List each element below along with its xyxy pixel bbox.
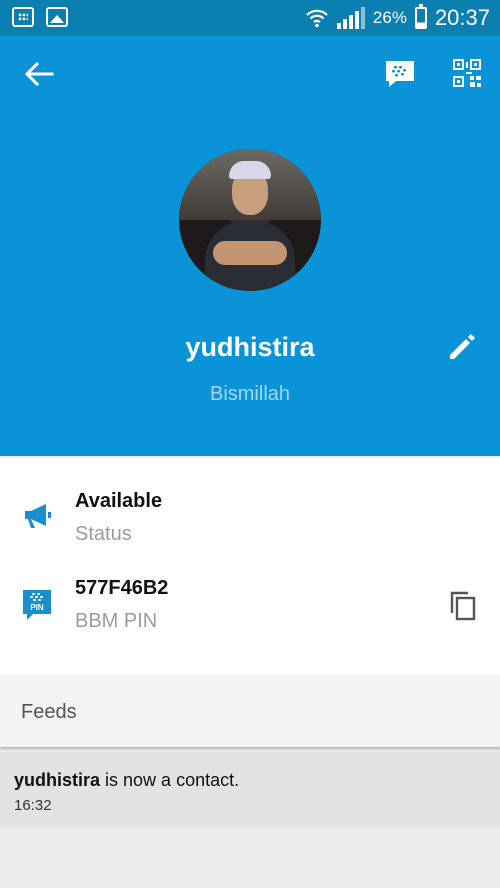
bbm-pin-row[interactable]: PIN 577F46B2 BBM PIN xyxy=(0,577,500,657)
feed-item-message: is now a contact. xyxy=(100,770,240,790)
pin-badge-text: PIN xyxy=(30,603,44,612)
bbm-chat-icon xyxy=(386,61,414,87)
back-arrow-icon xyxy=(24,61,54,87)
availability-label: Status xyxy=(75,523,132,545)
wifi-icon xyxy=(306,9,328,28)
availability-title: Available xyxy=(75,490,163,512)
bbm-notification-icon xyxy=(12,7,34,27)
profile-name: yudhistira xyxy=(185,332,315,362)
clock: 20:37 xyxy=(434,5,490,30)
feed-item-user: yudhistira xyxy=(14,770,101,790)
megaphone-icon xyxy=(25,504,51,528)
edit-profile-button[interactable] xyxy=(448,333,476,361)
signal-icon xyxy=(336,7,365,29)
status-indicators: 26% 20:37 xyxy=(305,3,490,33)
feed-item-time: 16:32 xyxy=(14,797,52,814)
profile-header: yudhistira Bismillah xyxy=(0,36,500,456)
notification-icons xyxy=(12,7,68,27)
empty-area xyxy=(0,827,500,888)
battery-icon xyxy=(414,4,427,29)
qr-code-icon xyxy=(453,59,481,87)
back-button[interactable] xyxy=(22,60,56,88)
profile-status-message: Bismillah xyxy=(209,383,291,405)
feeds-section-header: Feeds xyxy=(0,675,500,747)
feed-item[interactable]: yudhistira is now a contact. 16:32 xyxy=(0,752,500,827)
edit-pencil-icon xyxy=(450,334,475,359)
bbm-pin-label: BBM PIN xyxy=(75,610,158,632)
battery-percent: 26% xyxy=(372,8,407,27)
gallery-notification-icon xyxy=(46,7,68,27)
copy-icon xyxy=(450,591,476,621)
copy-pin-button[interactable] xyxy=(450,591,476,621)
status-bar: 26% 20:37 xyxy=(0,0,500,36)
bbm-pin-value: 577F46B2 xyxy=(75,577,169,599)
feed-item-text: yudhistira is now a contact. xyxy=(14,770,239,791)
profile-avatar[interactable] xyxy=(179,149,321,291)
availability-row[interactable]: Available Status xyxy=(0,490,500,570)
feeds-label: Feeds xyxy=(21,701,77,723)
bbm-pin-icon: PIN xyxy=(23,590,51,620)
qr-code-button[interactable] xyxy=(452,58,482,88)
start-chat-button[interactable] xyxy=(384,58,416,90)
